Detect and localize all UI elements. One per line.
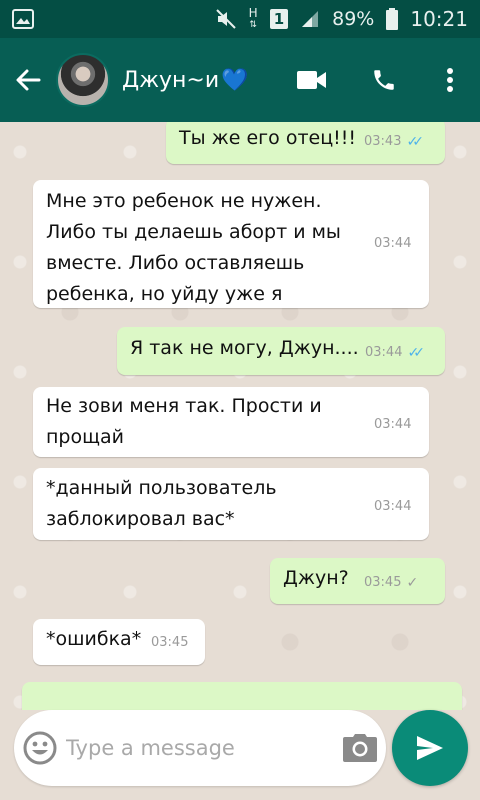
voice-call-button[interactable] <box>348 38 420 122</box>
message-meta: 03:44 ✓✓ <box>365 345 425 361</box>
phone-icon <box>374 70 394 90</box>
more-vert-icon <box>447 68 453 92</box>
message-text: Я так не могу, Джун.... <box>130 337 359 359</box>
signal-icon <box>300 9 320 29</box>
chat-header: Джун~и 💙 <box>0 38 480 122</box>
message-line: ребенка, но уйду уже я <box>46 283 283 305</box>
mute-icon <box>215 8 237 30</box>
message-time: 03:44 <box>374 417 412 432</box>
camera-button[interactable] <box>334 710 386 786</box>
outgoing-message[interactable]: Ты же его отец!!! 03:43 ✓✓ <box>166 122 445 164</box>
incoming-message[interactable]: *данный пользователь заблокировал вас* 0… <box>33 468 429 540</box>
gallery-notification-icon <box>12 9 34 29</box>
message-line: *данный пользователь <box>46 477 277 499</box>
battery-icon <box>386 8 399 30</box>
network-type-label: H <box>248 6 258 20</box>
message-text: Не зови меня так. Прости и прощай <box>46 391 322 453</box>
message-text: Мне это ребенок не нужен. Либо ты делаеш… <box>46 186 341 310</box>
read-receipt-icon: ✓✓ <box>407 345 425 361</box>
incoming-message[interactable]: Не зови меня так. Прости и прощай 03:44 <box>33 387 429 457</box>
message-text: *данный пользователь заблокировал вас* <box>46 473 277 535</box>
send-button[interactable] <box>392 710 468 786</box>
send-icon <box>417 736 443 760</box>
compose-bar <box>0 710 480 800</box>
video-call-button[interactable] <box>276 38 348 122</box>
message-text: *ошибка* <box>46 628 142 650</box>
outgoing-message[interactable]: Я так не могу, Джун.... 03:44 ✓✓ <box>117 327 445 375</box>
network-type-icon: H ⇅ <box>248 6 258 30</box>
message-time: 03:44 <box>374 236 412 251</box>
compose-box <box>14 710 386 786</box>
incoming-message[interactable]: *ошибка* 03:45 <box>33 619 205 665</box>
message-line: Не зови меня так. Прости и <box>46 395 322 417</box>
message-line: Либо ты делаешь аборт и мы <box>46 221 341 243</box>
message-line: вместе. Либо оставляешь <box>46 252 305 274</box>
contact-name[interactable]: Джун~и 💙 <box>122 68 276 93</box>
sent-tick-icon: ✓ <box>406 575 419 591</box>
message-meta: 03:45 ✓ <box>364 575 419 591</box>
clock: 10:21 <box>410 7 468 31</box>
video-camera-icon <box>297 71 326 89</box>
contact-name-text: Джун~и <box>122 67 220 93</box>
message-time: 03:45 <box>151 635 189 650</box>
message-line: прощай <box>46 426 124 448</box>
read-receipt-icon: ✓✓ <box>406 134 424 150</box>
more-options-button[interactable] <box>420 38 480 122</box>
message-line: заблокировал вас* <box>46 508 235 530</box>
emoji-icon <box>23 731 57 765</box>
message-time: 03:43 <box>364 134 402 149</box>
status-bar: H ⇅ 1 89% 10:21 <box>0 0 480 38</box>
avatar[interactable] <box>56 53 110 107</box>
back-button[interactable] <box>0 38 56 122</box>
heart-emoji: 💙 <box>221 67 249 93</box>
battery-percent: 89% <box>332 8 375 30</box>
incoming-message[interactable]: Мне это ребенок не нужен. Либо ты делаеш… <box>33 180 429 308</box>
camera-icon <box>343 734 377 762</box>
message-time: 03:44 <box>365 345 403 360</box>
message-meta: 03:43 ✓✓ <box>364 134 424 150</box>
message-input[interactable] <box>66 736 334 760</box>
sim-slot-icon: 1 <box>269 9 289 29</box>
message-time: 03:45 <box>364 575 402 590</box>
message-text: Джун? <box>283 567 349 589</box>
sim-slot-label: 1 <box>273 10 285 28</box>
arrow-left-icon <box>16 69 41 91</box>
outgoing-message[interactable]: Джун? 03:45 ✓ <box>270 558 445 604</box>
message-time: 03:44 <box>374 499 412 514</box>
message-line: Мне это ребенок не нужен. <box>46 190 322 212</box>
message-text: Ты же его отец!!! <box>179 127 356 149</box>
emoji-button[interactable] <box>14 710 66 786</box>
message-list[interactable]: Ты же его отец!!! 03:43 ✓✓ Мне это ребен… <box>0 122 480 710</box>
outgoing-message-partial[interactable] <box>22 682 462 710</box>
